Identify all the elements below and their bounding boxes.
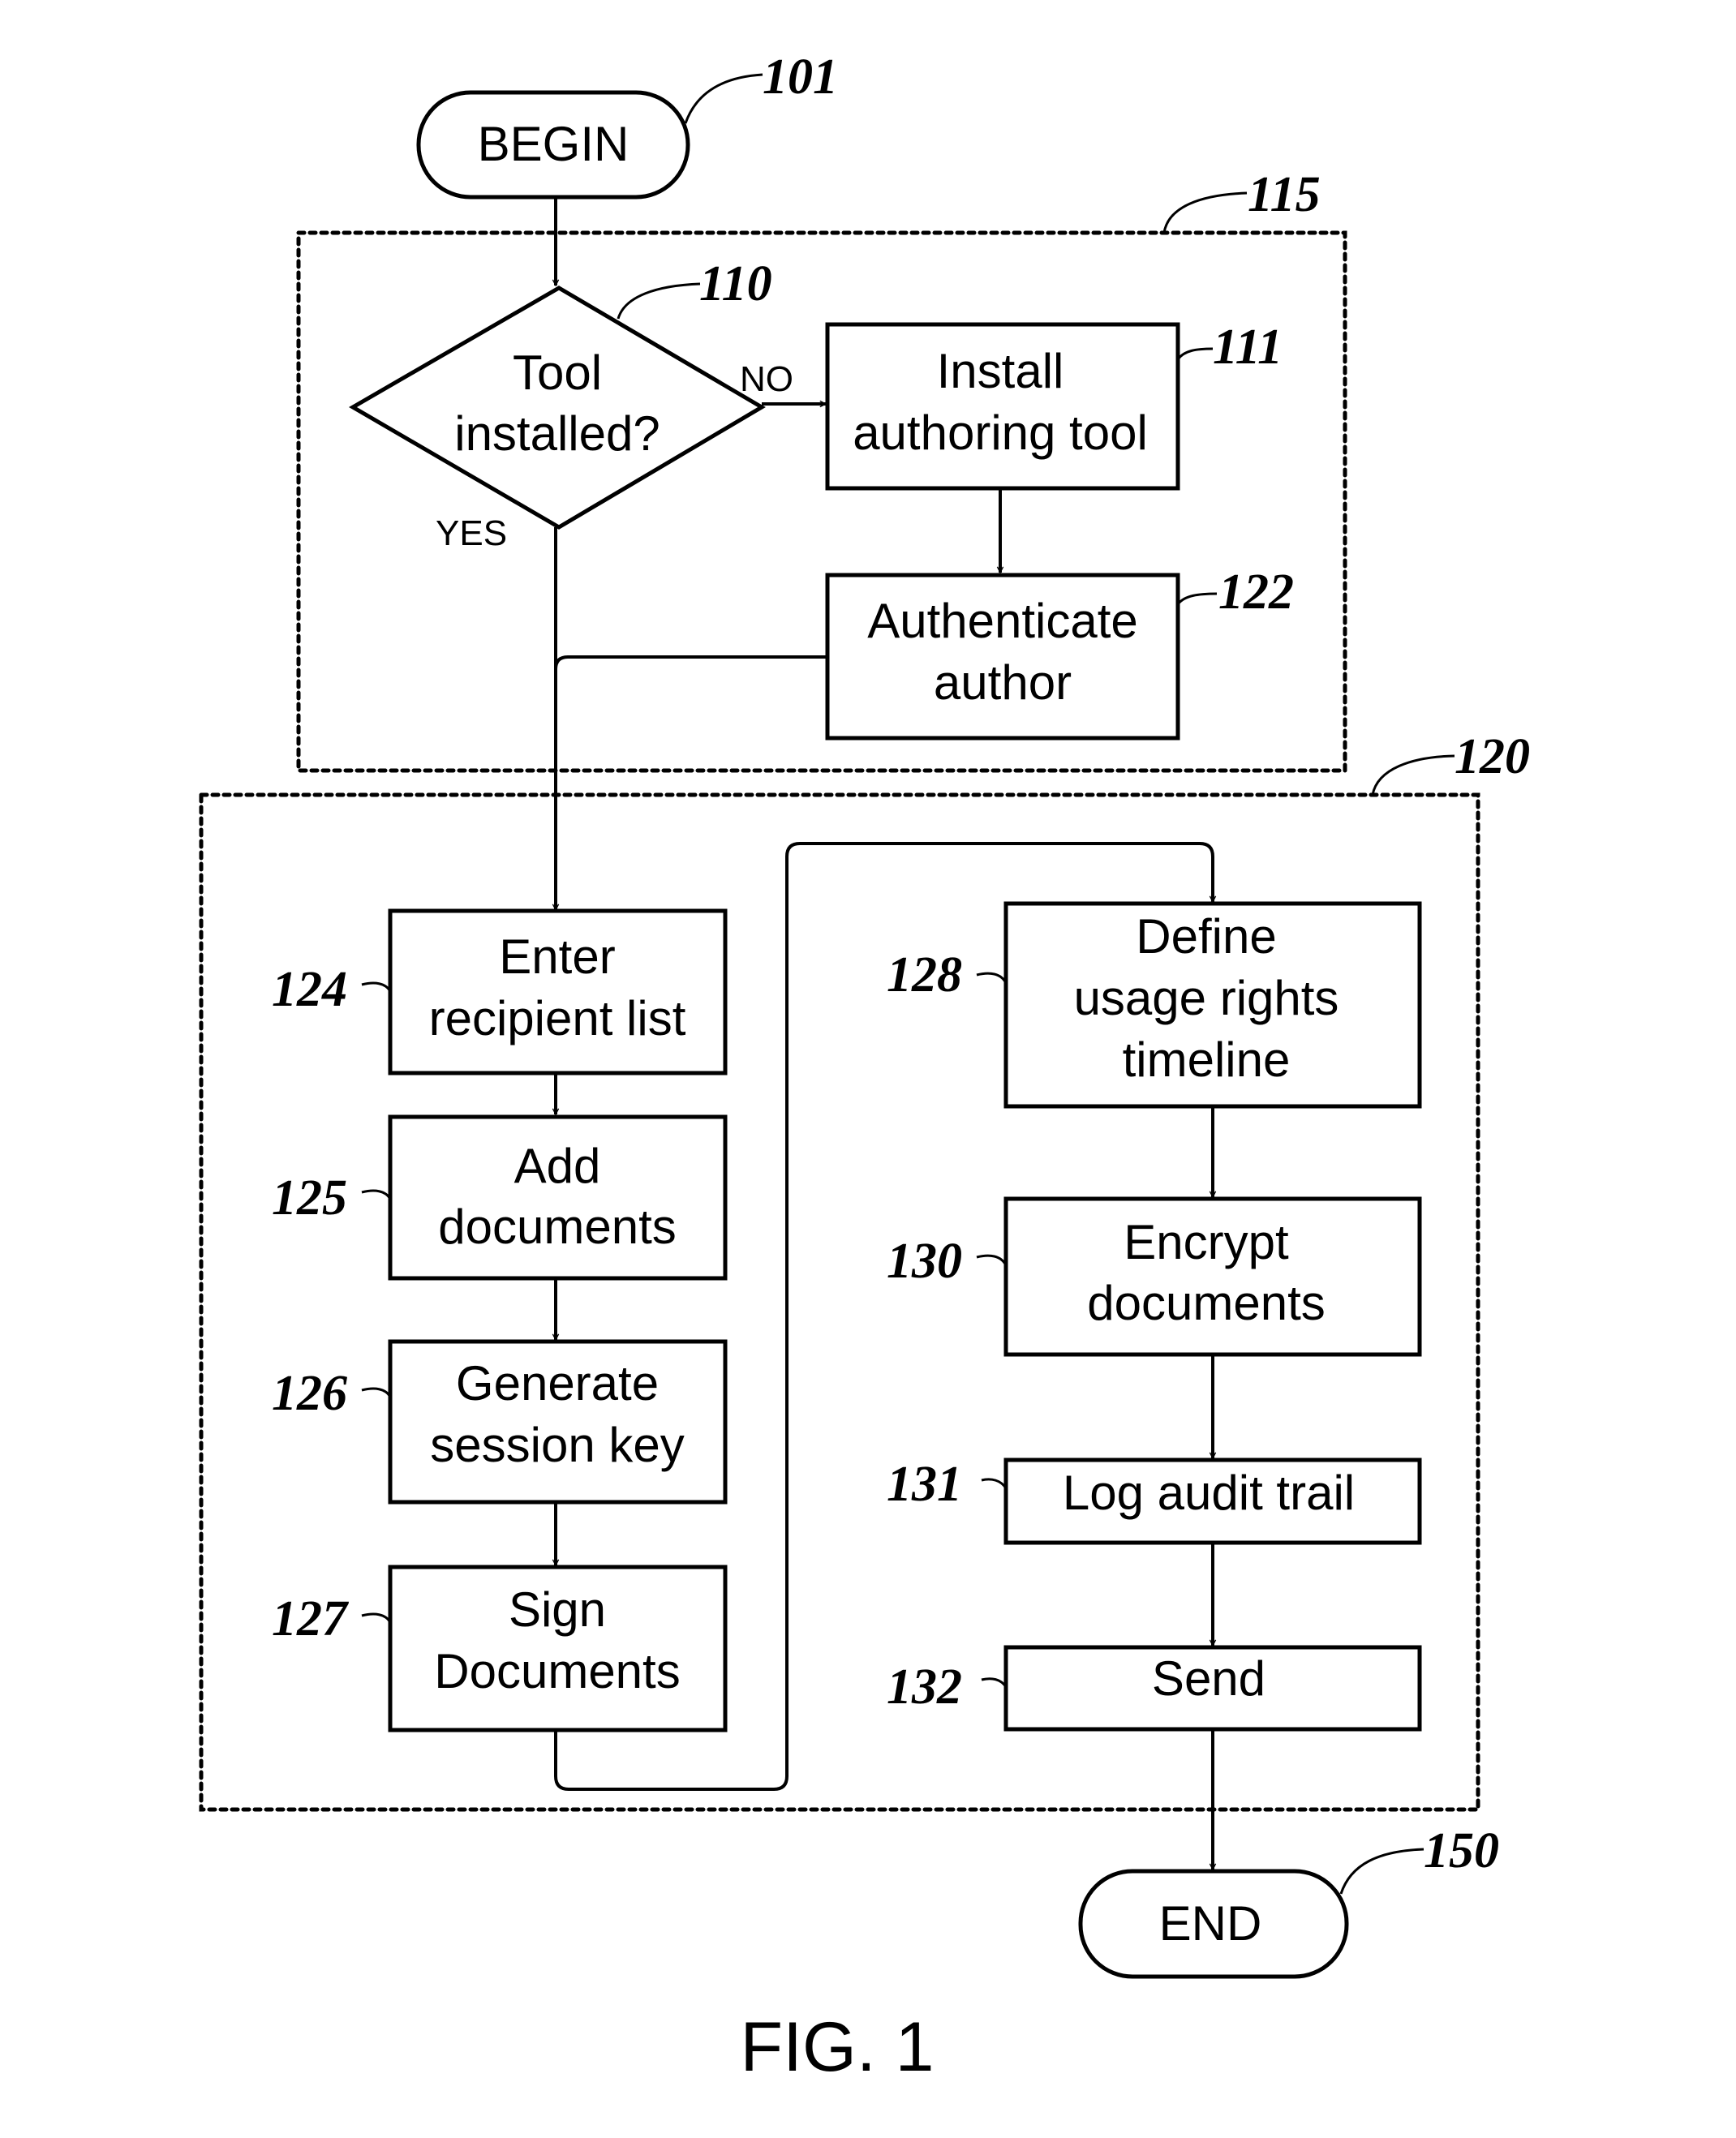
- install-line-1: Install: [937, 344, 1064, 398]
- end-label: END: [1159, 1896, 1262, 1951]
- leader-122: [1176, 592, 1218, 605]
- ref-label-110: 110: [699, 256, 772, 311]
- ref-label-125: 125: [272, 1170, 347, 1226]
- leader-132: [981, 1677, 1008, 1688]
- process-add-documents: Add documents: [388, 1114, 728, 1281]
- ref-label-130: 130: [887, 1234, 962, 1289]
- process-authenticate-author: Authenticate author: [825, 573, 1180, 741]
- leader-130: [976, 1254, 1008, 1266]
- add-docs-line-1: Add: [514, 1139, 601, 1193]
- ref-label-126: 126: [272, 1366, 347, 1421]
- end-terminal: END: [1078, 1869, 1349, 1979]
- ref-label-132: 132: [887, 1659, 962, 1715]
- sign-line-1: Sign: [509, 1582, 606, 1637]
- figure-caption: FIG. 1: [741, 2008, 935, 2086]
- encrypt-line-1: Encrypt: [1124, 1215, 1289, 1269]
- leader-111: [1176, 347, 1214, 360]
- flowchart: 115 120 BEGIN 101 Tool installed? NO YES…: [199, 49, 1530, 2086]
- ref-label-115: 115: [1248, 167, 1321, 222]
- usage-rights-line-3: timeline: [1123, 1033, 1291, 1087]
- ref-label-101: 101: [763, 49, 838, 105]
- no-label: NO: [740, 359, 793, 399]
- authenticate-line-1: Authenticate: [867, 594, 1138, 648]
- add-docs-line-2: documents: [438, 1200, 677, 1254]
- leader-120: [1371, 754, 1455, 796]
- recipients-line-1: Enter: [499, 929, 615, 984]
- leader-127: [361, 1612, 392, 1623]
- leader-124: [361, 981, 392, 992]
- ref-label-131: 131: [887, 1457, 962, 1512]
- decision-line-1: Tool: [513, 346, 602, 400]
- ref-label-111: 111: [1213, 320, 1283, 375]
- decision-line-2: installed?: [454, 406, 660, 461]
- connector-authenticate-join: [554, 655, 827, 670]
- process-send: Send: [1003, 1645, 1422, 1732]
- process-generate-session-key: Generate session key: [388, 1339, 728, 1505]
- process-log-audit-trail: Log audit trail: [1003, 1458, 1422, 1545]
- send-line-1: Send: [1152, 1651, 1265, 1706]
- process-enter-recipient-list: Enter recipient list: [388, 908, 728, 1075]
- ref-label-120: 120: [1455, 729, 1530, 784]
- ref-label-150: 150: [1424, 1823, 1499, 1878]
- session-key-line-2: session key: [430, 1418, 684, 1472]
- ref-label-122: 122: [1218, 565, 1294, 620]
- ref-label-124: 124: [272, 962, 347, 1017]
- process-sign-documents: Sign Documents: [388, 1565, 728, 1732]
- process-define-usage-rights: Define usage rights timeline: [1003, 901, 1422, 1109]
- install-line-2: authoring tool: [853, 406, 1148, 460]
- leader-131: [981, 1478, 1008, 1489]
- audit-line-1: Log audit trail: [1063, 1466, 1355, 1520]
- process-encrypt-documents: Encrypt documents: [1003, 1196, 1422, 1357]
- group-box-115: [296, 230, 1347, 773]
- recipients-line-2: recipient list: [429, 991, 686, 1045]
- leader-115: [1162, 191, 1248, 234]
- authenticate-line-2: author: [934, 655, 1072, 710]
- ref-label-127: 127: [272, 1591, 350, 1646]
- decision-tool-installed: Tool installed?: [349, 285, 766, 530]
- leader-110: [617, 282, 701, 320]
- begin-label: BEGIN: [478, 117, 630, 171]
- begin-terminal: BEGIN: [416, 90, 690, 200]
- leader-125: [361, 1189, 392, 1200]
- usage-rights-line-1: Define: [1136, 909, 1276, 964]
- leader-101: [684, 73, 763, 124]
- leader-128: [976, 972, 1008, 984]
- leader-150: [1339, 1848, 1424, 1895]
- yes-label: YES: [436, 513, 507, 553]
- process-install-tool: Install authoring tool: [825, 322, 1180, 491]
- usage-rights-line-2: usage rights: [1074, 971, 1339, 1025]
- leader-126: [361, 1387, 392, 1397]
- encrypt-line-2: documents: [1087, 1276, 1326, 1330]
- sign-line-2: Documents: [434, 1644, 680, 1698]
- ref-label-128: 128: [887, 947, 962, 1002]
- session-key-line-1: Generate: [456, 1356, 659, 1410]
